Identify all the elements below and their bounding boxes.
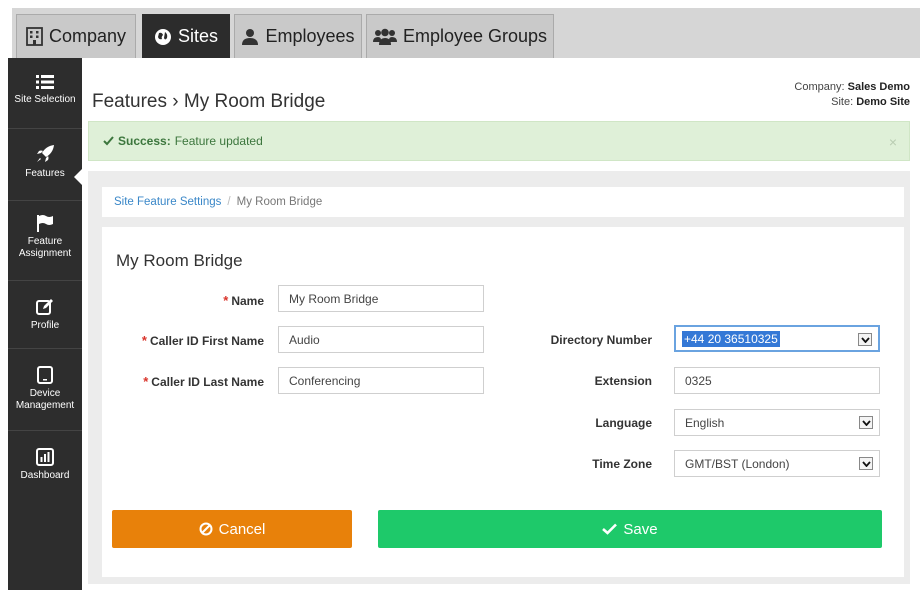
globe-icon — [154, 28, 171, 45]
check-icon — [602, 523, 618, 535]
time-zone-value: GMT/BST (London) — [685, 456, 790, 471]
caller-last-label-text: Caller ID Last Name — [151, 375, 264, 389]
breadcrumb-current: My Room Bridge — [236, 196, 323, 208]
main-content: Features › My Room Bridge Company: Sales… — [82, 58, 920, 590]
site-context-value: Demo Site — [856, 96, 910, 108]
feature-form-card: My Room Bridge * Name My Room Bridge * Cal… — [102, 227, 904, 577]
save-button[interactable]: Save — [378, 510, 882, 548]
sidebar-item-profile[interactable]: Profile — [8, 298, 82, 332]
tab-employee-groups[interactable]: Employee Groups — [366, 14, 554, 58]
rocket-icon — [37, 145, 54, 162]
extension-input[interactable]: 0325 — [674, 367, 880, 394]
sidebar-item-label: Features — [25, 168, 65, 179]
sidebar-item-label: Site Selection — [14, 94, 76, 105]
name-label-text: Name — [231, 294, 264, 308]
time-zone-label: Time Zone — [592, 457, 652, 471]
time-zone-select[interactable]: GMT/BST (London) — [674, 450, 880, 477]
sidebar-item-label: Device Management — [15, 388, 75, 411]
required-marker: * — [143, 374, 149, 389]
caller-last-label: * Caller ID Last Name — [112, 374, 264, 389]
building-icon — [26, 27, 43, 46]
language-label: Language — [595, 416, 652, 430]
required-marker: * — [223, 293, 229, 308]
breadcrumb-separator: / — [227, 196, 231, 208]
sidebar-item-label: Dashboard — [20, 470, 70, 481]
alert-strong: Success: — [118, 134, 171, 148]
sidebar-item-site-selection[interactable]: Site Selection — [8, 74, 82, 106]
tablet-icon — [37, 366, 53, 384]
check-icon — [103, 136, 114, 146]
context-info: Company: Sales Demo Site: Demo Site — [794, 80, 910, 110]
cancel-button-label: Cancel — [218, 520, 266, 538]
sidebar-divider — [8, 128, 82, 129]
breadcrumb: Site Feature Settings / My Room Bridge — [102, 187, 904, 217]
directory-number-label: Directory Number — [550, 333, 652, 347]
flag-icon — [37, 215, 53, 232]
chevron-down-icon — [859, 457, 873, 470]
form-title: My Room Bridge — [116, 251, 243, 270]
name-label: * Name — [122, 293, 264, 308]
tab-employees[interactable]: Employees — [234, 14, 362, 58]
sidebar-divider — [8, 200, 82, 201]
tab-sites[interactable]: Sites — [142, 14, 230, 58]
sidebar-item-dashboard[interactable]: Dashboard — [8, 448, 82, 482]
sidebar-item-features[interactable]: Features — [8, 144, 83, 186]
company-context: Company: Sales Demo — [794, 80, 910, 95]
site-context: Site: Demo Site — [794, 95, 910, 110]
sidebar-item-label: Feature Assignment — [18, 236, 72, 259]
sidebar-item-device-management[interactable]: Device Management — [8, 366, 82, 412]
breadcrumb-link[interactable]: Site Feature Settings — [114, 196, 221, 208]
sidebar-divider — [8, 348, 82, 349]
chevron-down-icon — [858, 333, 872, 346]
caller-first-label-text: Caller ID First Name — [149, 334, 264, 348]
sidebar-divider — [8, 280, 82, 281]
directory-number-value: +44 20 36510325 — [682, 330, 780, 347]
name-input[interactable]: My Room Bridge — [278, 285, 484, 312]
sidebar-item-label: Profile — [30, 320, 60, 331]
company-context-label: Company: — [794, 81, 845, 93]
site-context-label: Site: — [831, 96, 854, 108]
content-panel: Site Feature Settings / My Room Bridge M… — [88, 171, 910, 584]
tab-sites-label: Sites — [177, 26, 219, 46]
directory-number-select[interactable]: +44 20 36510325 — [674, 325, 880, 352]
tab-employee-groups-label: Employee Groups — [402, 26, 548, 46]
page-title: Features › My Room Bridge — [92, 91, 326, 112]
caller-first-name-input[interactable]: Audio — [278, 326, 484, 353]
language-select[interactable]: English — [674, 409, 880, 436]
edit-icon — [36, 299, 53, 315]
alert-close-icon[interactable]: × — [889, 134, 897, 150]
alert-message: Feature updated — [174, 134, 263, 148]
sidebar-divider — [8, 430, 82, 431]
company-context-value: Sales Demo — [847, 81, 910, 93]
success-alert: Success: Feature updated × — [88, 121, 910, 161]
users-icon — [372, 28, 397, 45]
extension-label: Extension — [594, 374, 652, 388]
chevron-down-icon — [859, 416, 873, 429]
required-marker: * — [141, 333, 147, 348]
user-icon — [242, 28, 259, 45]
caller-last-name-input[interactable]: Conferencing — [278, 367, 484, 394]
tab-company[interactable]: Company — [16, 14, 136, 58]
sidebar: Site Selection Features Feature Assignme… — [8, 58, 83, 590]
tab-employees-label: Employees — [265, 26, 355, 46]
list-icon — [36, 75, 54, 89]
save-button-label: Save — [623, 520, 658, 538]
ban-icon — [199, 522, 213, 536]
top-nav: Company Sites Employees Employee Groups — [0, 0, 920, 58]
cancel-button[interactable]: Cancel — [112, 510, 352, 548]
tab-company-label: Company — [48, 26, 127, 46]
sidebar-item-feature-assignment[interactable]: Feature Assignment — [8, 214, 82, 260]
bar-chart-icon — [36, 448, 54, 466]
caller-first-label: * Caller ID First Name — [112, 333, 264, 348]
language-value: English — [685, 415, 725, 430]
